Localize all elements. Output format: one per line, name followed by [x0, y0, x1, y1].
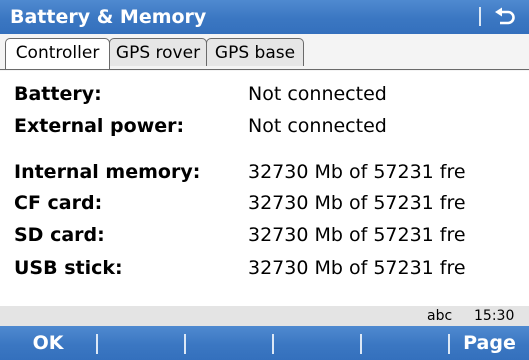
softkey-2[interactable] — [98, 326, 184, 360]
softkey-5[interactable] — [362, 326, 448, 360]
internal-memory-value: 32730 Mb of 57231 fre — [248, 161, 466, 183]
tab-strip: Controller GPS rover GPS base — [0, 34, 529, 71]
back-button[interactable] — [483, 0, 529, 34]
usb-stick-value: 32730 Mb of 57231 fre — [248, 257, 466, 279]
tab-gps-base[interactable]: GPS base — [206, 38, 304, 66]
sd-card-row: SD card: 32730 Mb of 57231 fre — [0, 220, 529, 250]
cf-card-row: CF card: 32730 Mb of 57231 fre — [0, 188, 529, 218]
usb-stick-row: USB stick: 32730 Mb of 57231 fre — [0, 253, 529, 283]
return-arrow-icon — [495, 7, 515, 25]
input-mode-indicator: abc — [427, 308, 453, 324]
clock: 15:30 — [474, 308, 515, 324]
external-power-row: External power: Not connected — [0, 111, 529, 141]
softkey-4[interactable] — [274, 326, 360, 360]
ok-button[interactable]: OK — [0, 326, 96, 360]
title-bar: Battery & Memory — [0, 0, 529, 34]
cf-card-label: CF card: — [14, 192, 103, 214]
external-power-label: External power: — [14, 115, 185, 137]
battery-label: Battery: — [14, 83, 102, 105]
usb-stick-label: USB stick: — [14, 257, 123, 279]
battery-memory-panel: Battery: Not connected External power: N… — [0, 71, 529, 286]
tab-baseline — [0, 69, 529, 70]
tab-gps-rover[interactable]: GPS rover — [109, 38, 207, 66]
page-button[interactable]: Page — [450, 326, 529, 360]
sd-card-label: SD card: — [14, 224, 105, 246]
external-power-value: Not connected — [248, 115, 387, 137]
internal-memory-label: Internal memory: — [14, 161, 201, 183]
title-divider — [479, 7, 481, 26]
cf-card-value: 32730 Mb of 57231 fre — [248, 192, 466, 214]
status-bar: abc 15:30 — [0, 306, 529, 326]
sd-card-value: 32730 Mb of 57231 fre — [248, 224, 466, 246]
internal-memory-row: Internal memory: 32730 Mb of 57231 fre — [0, 157, 529, 187]
window-title: Battery & Memory — [10, 6, 207, 28]
softkey-bar: OK Page — [0, 326, 529, 360]
battery-value: Not connected — [248, 83, 387, 105]
battery-row: Battery: Not connected — [0, 79, 529, 109]
softkey-3[interactable] — [186, 326, 272, 360]
tab-controller[interactable]: Controller — [5, 38, 110, 69]
